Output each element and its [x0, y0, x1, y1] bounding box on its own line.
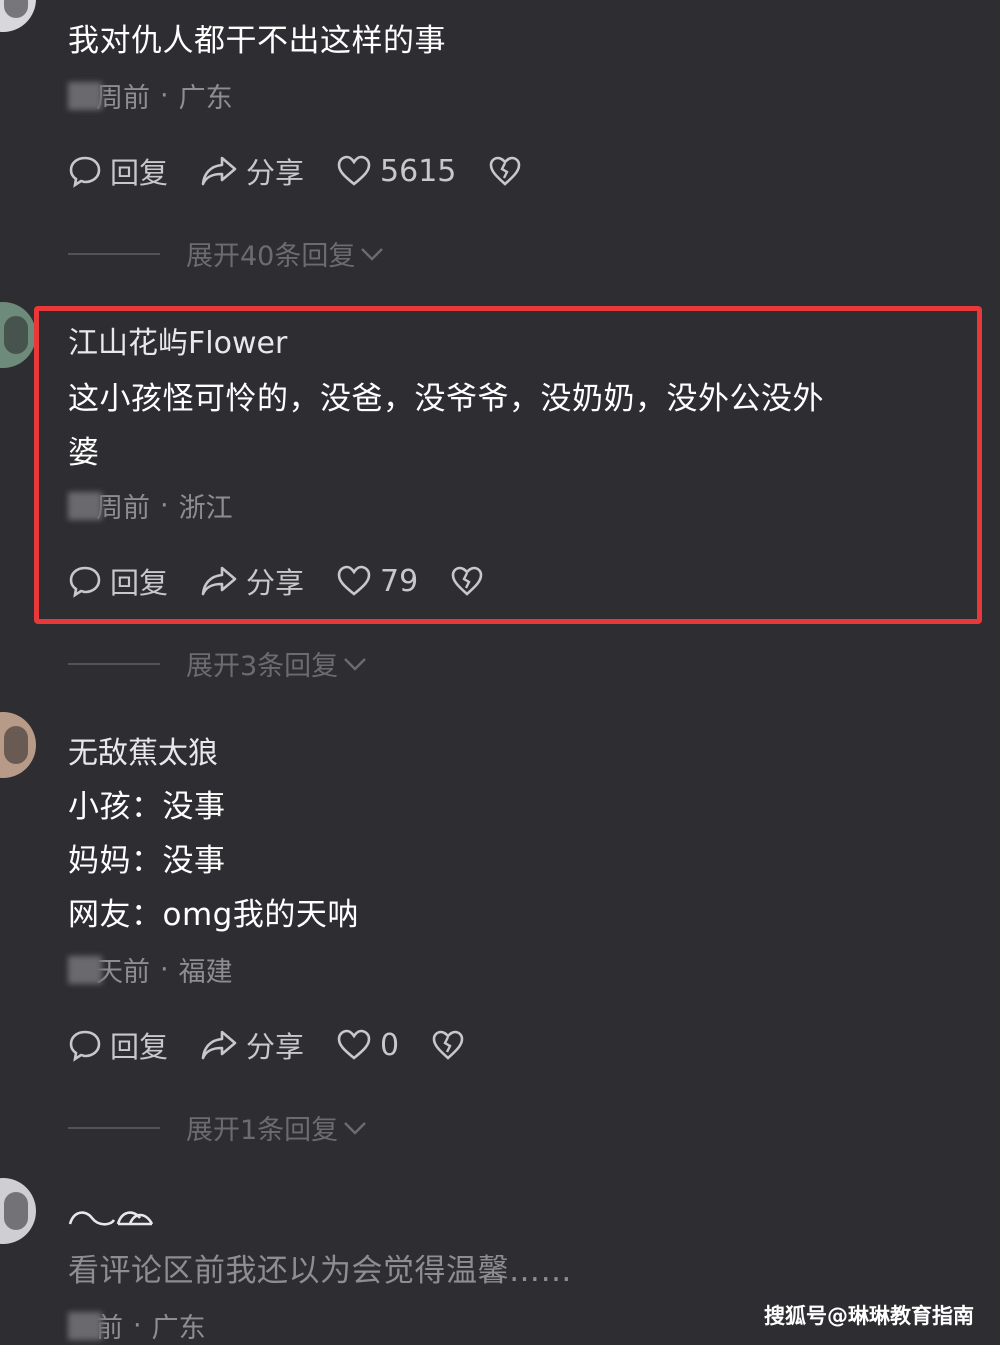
- like-count: 79: [380, 563, 419, 599]
- divider-line: [68, 1126, 160, 1129]
- comment-text: 妈妈：没事: [68, 843, 226, 879]
- share-label: 分享: [246, 566, 305, 600]
- meta-separator: ·: [160, 954, 169, 985]
- comment-location: 广东: [151, 1313, 206, 1344]
- comment-text: 网友：omg我的天呐: [68, 897, 359, 933]
- heart-icon: [337, 565, 371, 596]
- comment-time: 天前: [96, 957, 150, 988]
- comment-username[interactable]: 江山花屿Flower: [68, 318, 287, 362]
- meta-separator: ·: [160, 80, 169, 111]
- meta-separator: ·: [160, 490, 169, 521]
- comment-text: 小孩：没事: [68, 789, 226, 825]
- like-button[interactable]: 5615: [336, 154, 456, 189]
- avatar[interactable]: [0, 712, 36, 778]
- comment-time: 周前: [96, 493, 150, 524]
- share-label: 分享: [246, 156, 305, 190]
- dislike-button[interactable]: [431, 1029, 473, 1061]
- like-count: 5615: [380, 153, 457, 189]
- meta-separator: ·: [133, 1310, 142, 1341]
- blurred-time: [68, 81, 102, 110]
- reply-label: 回复: [110, 566, 169, 600]
- share-icon: [201, 1030, 237, 1060]
- blurred-time: [68, 955, 102, 984]
- comment-meta: 周前 · 浙江: [68, 486, 233, 525]
- comment-location: 广东: [178, 83, 233, 114]
- broken-heart-icon: [432, 1030, 464, 1060]
- comment-text: 婆: [68, 435, 100, 471]
- reply-icon: [69, 566, 101, 598]
- reply-button[interactable]: 回复: [68, 560, 168, 602]
- blurred-time: [68, 491, 102, 520]
- comment-location: 福建: [178, 957, 233, 988]
- comment-meta: 前 · 广东: [68, 1306, 206, 1345]
- blurred-time: [68, 1311, 102, 1340]
- chevron-down-icon: [344, 657, 367, 671]
- chevron-down-icon: [361, 247, 384, 261]
- username-glyph-icon[interactable]: [68, 1204, 156, 1230]
- share-icon: [201, 566, 237, 596]
- expand-replies-label: 展开3条回复: [186, 651, 339, 682]
- avatar[interactable]: [0, 0, 36, 32]
- heart-icon: [337, 155, 371, 186]
- share-label: 分享: [246, 1030, 305, 1064]
- reply-icon: [69, 156, 101, 188]
- comment-meta: 天前 · 福建: [68, 950, 233, 989]
- chevron-down-icon: [344, 1121, 367, 1135]
- like-button[interactable]: 0: [336, 1028, 399, 1063]
- avatar[interactable]: [0, 302, 36, 368]
- share-button[interactable]: 分享: [200, 1024, 304, 1066]
- comment-text: 这小孩怪可怜的，没爸，没爷爷，没奶奶，没外公没外: [68, 381, 824, 417]
- expand-replies[interactable]: 展开1条回复: [68, 1108, 368, 1147]
- comment-time: 周前: [96, 83, 150, 114]
- dislike-button[interactable]: [450, 565, 492, 597]
- reply-icon: [69, 1030, 101, 1062]
- comment-actions: 回复 分享 0: [68, 1024, 505, 1066]
- share-button[interactable]: 分享: [200, 150, 304, 192]
- like-button[interactable]: 79: [336, 564, 418, 599]
- comment-actions: 回复 分享 5615: [68, 150, 562, 192]
- divider-line: [68, 662, 160, 665]
- expand-replies-label: 展开1条回复: [186, 1115, 339, 1146]
- dislike-button[interactable]: [488, 155, 530, 187]
- watermark: 搜狐号@琳琳教育指南: [764, 1304, 974, 1328]
- broken-heart-icon: [451, 566, 483, 596]
- broken-heart-icon: [490, 156, 521, 186]
- divider-line: [68, 252, 160, 255]
- expand-replies[interactable]: 展开3条回复: [68, 644, 368, 683]
- comment-username[interactable]: 无敌蕉太狼: [68, 728, 218, 772]
- comment-text: 我对仇人都干不出这样的事: [68, 23, 446, 59]
- expand-replies-label: 展开40条回复: [186, 241, 356, 272]
- share-button[interactable]: 分享: [200, 560, 304, 602]
- reply-button[interactable]: 回复: [68, 150, 168, 192]
- heart-icon: [337, 1029, 371, 1060]
- expand-replies[interactable]: 展开40条回复: [68, 234, 385, 273]
- reply-label: 回复: [110, 156, 169, 190]
- reply-button[interactable]: 回复: [68, 1024, 168, 1066]
- comment-meta: 周前 · 广东: [68, 76, 233, 115]
- like-count: 0: [380, 1027, 400, 1063]
- comment-location: 浙江: [178, 493, 233, 524]
- comment-text: 看评论区前我还以为会觉得温馨……: [68, 1253, 572, 1289]
- share-icon: [201, 156, 237, 186]
- comment-actions: 回复 分享 79: [68, 560, 524, 602]
- avatar[interactable]: [0, 1178, 36, 1244]
- reply-label: 回复: [110, 1030, 169, 1064]
